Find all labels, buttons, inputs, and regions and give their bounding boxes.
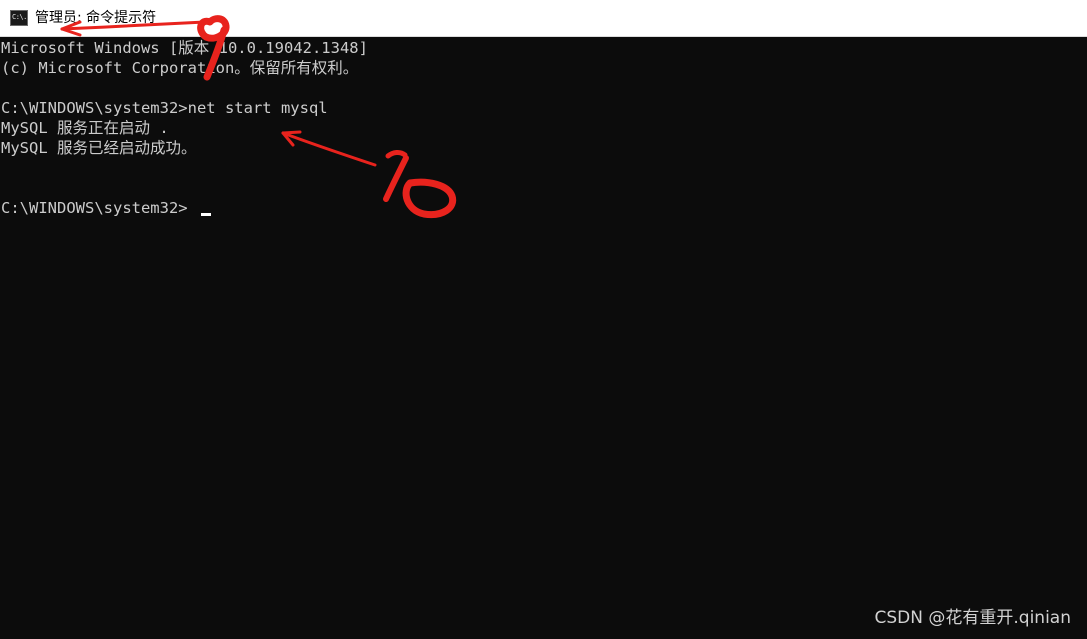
console-line: Microsoft Windows [版本 10.0.19042.1348] bbox=[1, 39, 368, 57]
command-prompt-window: C:\. 管理员: 命令提示符 Microsoft Windows [版本 10… bbox=[0, 0, 1087, 639]
cmd-icon-label: C:\. bbox=[12, 13, 27, 21]
console-prompt-line: C:\WINDOWS\system32> bbox=[1, 199, 188, 217]
console-line: MySQL 服务已经启动成功。 bbox=[1, 139, 197, 157]
text-cursor bbox=[201, 213, 211, 216]
title-bar[interactable]: C:\. 管理员: 命令提示符 bbox=[0, 0, 1087, 37]
watermark: CSDN @花有重开.qinian bbox=[874, 608, 1071, 628]
console-output[interactable]: Microsoft Windows [版本 10.0.19042.1348] (… bbox=[0, 38, 1087, 639]
cmd-icon[interactable]: C:\. bbox=[10, 10, 28, 26]
console-line: MySQL 服务正在启动 . bbox=[1, 119, 169, 137]
window-title: 管理员: 命令提示符 bbox=[35, 10, 157, 26]
console-line: (c) Microsoft Corporation。保留所有权利。 bbox=[1, 59, 359, 77]
console-line: C:\WINDOWS\system32>net start mysql bbox=[1, 99, 328, 117]
